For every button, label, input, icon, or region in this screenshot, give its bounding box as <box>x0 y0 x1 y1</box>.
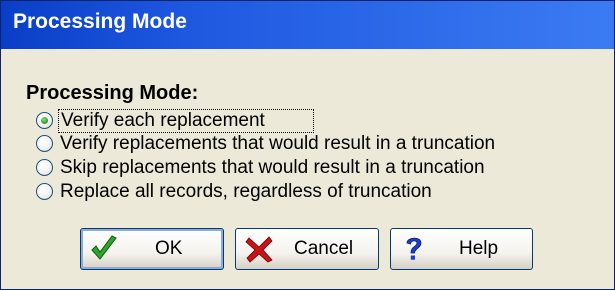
group-label: Processing Mode: <box>26 82 199 104</box>
radio-option-verify-each[interactable]: Verify each replacement <box>36 109 316 133</box>
help-button-label: Help <box>459 238 499 259</box>
check-icon <box>91 235 117 260</box>
cancel-button[interactable]: Cancel <box>235 228 379 270</box>
radio-button[interactable] <box>36 183 53 200</box>
radio-button[interactable] <box>36 159 53 176</box>
window-title: Processing Mode <box>13 10 187 33</box>
radio-label: Verify each replacement <box>61 110 265 131</box>
help-button[interactable]: Help <box>390 228 533 270</box>
title-bar[interactable]: Processing Mode <box>1 1 614 49</box>
radio-button[interactable] <box>36 135 53 152</box>
question-icon <box>406 237 422 260</box>
ok-button[interactable]: OK <box>80 228 224 270</box>
cancel-button-label: Cancel <box>294 238 354 259</box>
radio-label: Replace all records, regardless of trunc… <box>60 181 432 202</box>
radio-option-skip-truncation[interactable]: Skip replacements that would result in a… <box>36 157 556 179</box>
radio-option-replace-all[interactable]: Replace all records, regardless of trunc… <box>36 181 516 203</box>
radio-option-verify-truncation[interactable]: Verify replacements that would result in… <box>36 133 556 155</box>
ok-button-label: OK <box>155 238 183 259</box>
radio-label: Skip replacements that would result in a… <box>60 157 485 178</box>
x-icon <box>245 236 273 263</box>
radio-label: Verify replacements that would result in… <box>60 133 496 154</box>
radio-button-checked[interactable] <box>36 112 53 129</box>
